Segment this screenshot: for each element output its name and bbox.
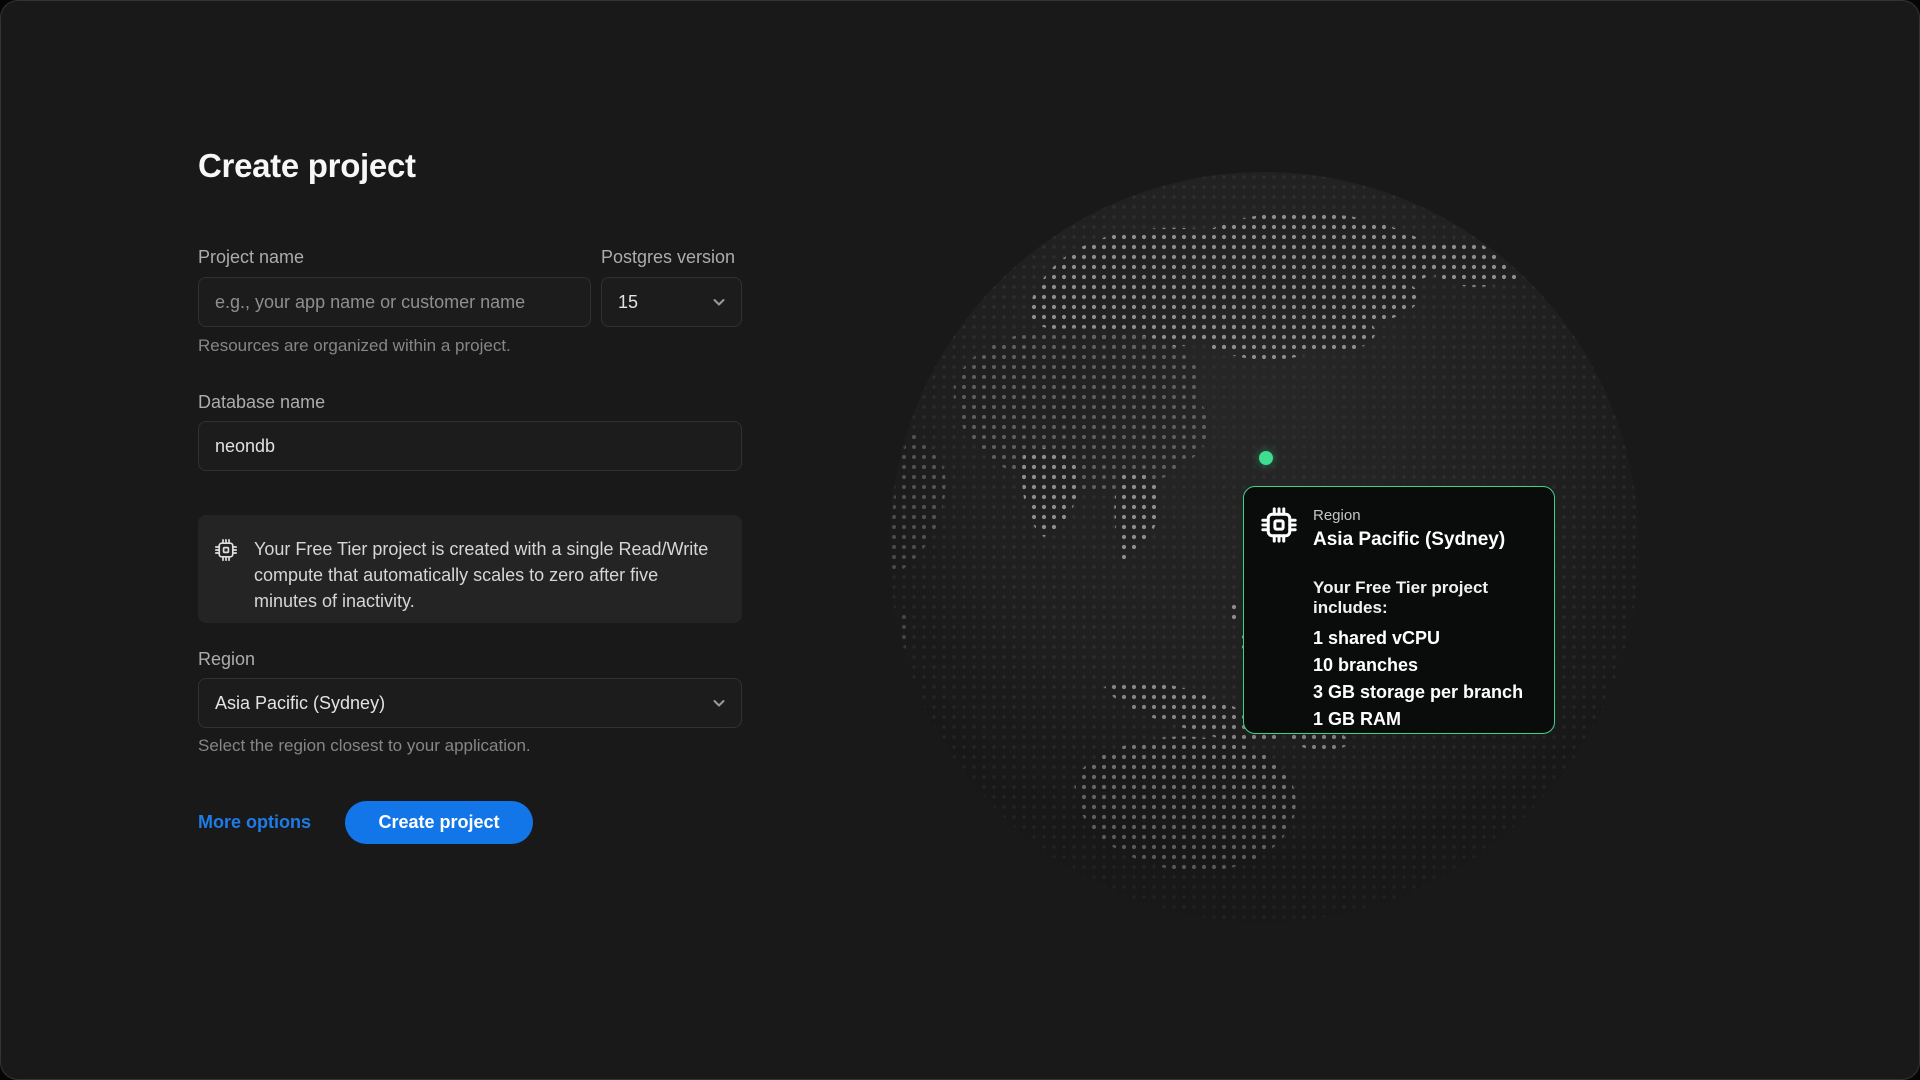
chevron-down-icon: [711, 294, 727, 310]
region-card-includes: Your Free Tier project includes: 1 share…: [1313, 578, 1534, 733]
region-marker-dot[interactable]: [1259, 451, 1273, 465]
create-project-button[interactable]: Create project: [345, 801, 533, 844]
page-title: Create project: [198, 147, 416, 185]
includes-list: 1 shared vCPU 10 branches 3 GB storage p…: [1313, 625, 1534, 733]
postgres-version-select[interactable]: 15: [601, 277, 742, 327]
region-tooltip-card: Region Asia Pacific (Sydney) Your Free T…: [1243, 486, 1555, 734]
postgres-version-value: 15: [618, 292, 638, 313]
region-helper: Select the region closest to your applic…: [198, 736, 531, 756]
cpu-chip-icon: [1260, 506, 1298, 551]
region-value: Asia Pacific (Sydney): [215, 693, 385, 714]
cpu-chip-icon: [214, 538, 238, 623]
region-card-label: Region: [1313, 507, 1505, 524]
free-tier-note: Your Free Tier project is created with a…: [254, 536, 722, 623]
region-select[interactable]: Asia Pacific (Sydney): [198, 678, 742, 728]
free-tier-info-box: Your Free Tier project is created with a…: [198, 515, 742, 623]
includes-title: Your Free Tier project includes:: [1313, 578, 1534, 618]
postgres-version-label: Postgres version: [601, 247, 735, 268]
list-item: 3 GB storage per branch: [1313, 679, 1534, 706]
chevron-down-icon: [711, 695, 727, 711]
list-item: 1 GB RAM: [1313, 706, 1534, 733]
project-name-helper: Resources are organized within a project…: [198, 336, 511, 356]
region-card-titles: Region Asia Pacific (Sydney): [1313, 506, 1505, 551]
list-item: 1 shared vCPU: [1313, 625, 1534, 652]
region-card-region: Asia Pacific (Sydney): [1313, 529, 1505, 551]
create-project-page: Create project Project name Postgres ver…: [0, 0, 1920, 1080]
project-name-label: Project name: [198, 247, 304, 268]
region-label: Region: [198, 649, 255, 670]
list-item: 10 branches: [1313, 652, 1534, 679]
more-options-link[interactable]: More options: [198, 801, 311, 844]
database-name-label: Database name: [198, 392, 325, 413]
database-name-input[interactable]: [198, 421, 742, 471]
project-name-input[interactable]: [198, 277, 591, 327]
region-card-header: Region Asia Pacific (Sydney): [1260, 506, 1534, 551]
